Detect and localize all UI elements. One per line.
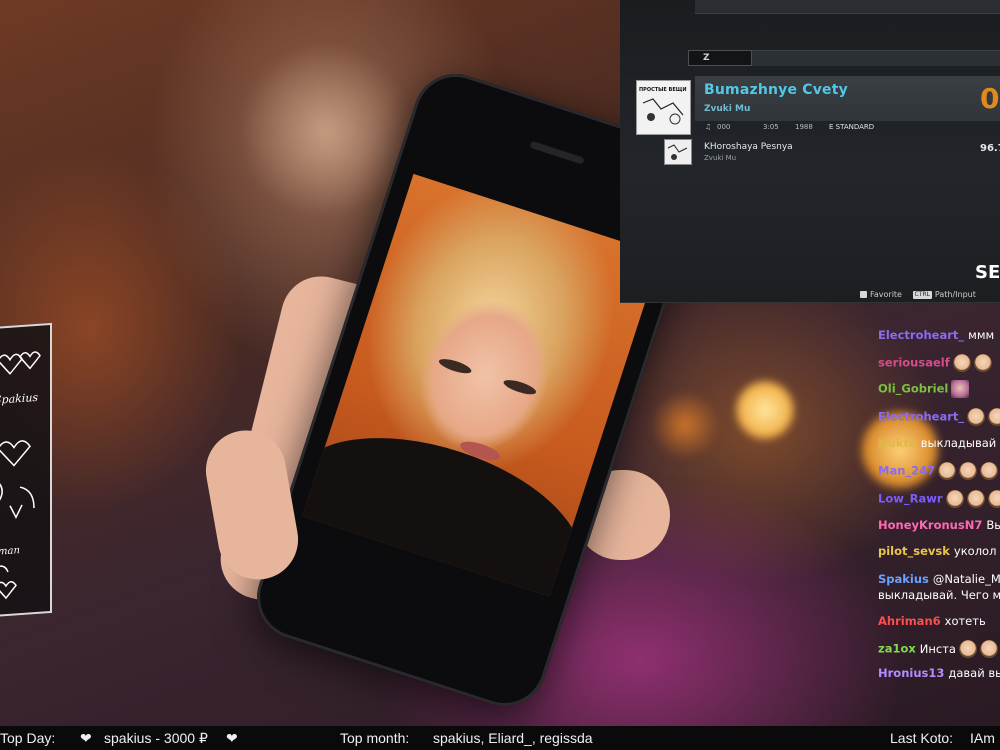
stream-chat: Electroheart_ ммм seriousaelf Oli_Gobriel El… [878, 324, 1000, 694]
doodle-bottom-text: man [0, 545, 20, 558]
filter-bar [752, 50, 1000, 66]
chat-emote-icon [979, 640, 998, 658]
heart-icon: ❤ [226, 730, 238, 746]
chat-message: Spakius @Natalie_M [878, 572, 1000, 586]
chat-text: Вы [986, 518, 1000, 532]
chat-username[interactable]: seriousaelf [878, 356, 950, 370]
path-input-hint: Path/Input [934, 290, 976, 299]
bokeh-light [735, 380, 795, 440]
top-month-value: spakius, Eliard_, regissda [433, 730, 593, 746]
favorite-key-icon [860, 291, 867, 298]
chat-emote-icon [966, 490, 985, 508]
chat-message: Hukta выкладывай у [878, 436, 1000, 450]
chat-text: хотеть [944, 614, 986, 628]
music-note-icon: ♫ [705, 123, 712, 131]
chat-text: выкладывай у [920, 436, 1000, 450]
top-month-label: Top month: [340, 730, 410, 746]
corner-label: SE [975, 262, 1000, 283]
chat-username[interactable]: Hukta [878, 436, 917, 450]
favorite-hint: Favorite [870, 290, 902, 299]
song-search-input[interactable]: Z [688, 50, 752, 66]
bottom-ticker: Top Day: ❤ spakius - 3000 ₽ ❤ Top month:… [0, 726, 1000, 750]
chat-text: ммм [968, 328, 995, 342]
chat-text: уколол [953, 544, 997, 558]
heart-icon: ❤ [80, 730, 92, 746]
chat-emote-icon [967, 408, 986, 426]
chat-username[interactable]: Electroheart_ [878, 328, 964, 342]
album-art-drawing [642, 98, 684, 125]
chat-message: Electroheart_ [878, 408, 1000, 426]
song-year: 1988 [795, 123, 813, 131]
ctrl-key-icon: CTRL [912, 290, 932, 299]
next-song-title[interactable]: KHoroshaya Pesnya [704, 142, 793, 152]
top-day-label: Top Day: [0, 730, 56, 746]
photo-eye [502, 377, 538, 398]
chat-username[interactable]: pilot_sevsk [878, 544, 950, 558]
chat-message: Oli_Gobriel [878, 380, 970, 398]
chat-username[interactable]: za1ox [878, 642, 916, 656]
album-art: ПРОСТЫЕ ВЕЩИ [636, 80, 691, 135]
chat-emote-icon [938, 462, 957, 480]
chat-emote-icon [980, 462, 999, 480]
chat-text: Инста [919, 641, 956, 656]
album-art-small-drawing [667, 144, 688, 160]
album-art-small [664, 139, 692, 165]
bokeh-light [650, 390, 720, 460]
chat-username[interactable]: Low_Rawr [878, 492, 943, 506]
game-song-select-panel: Z ПРОСТЫЕ ВЕЩИ Bumazhnye Cvety Zvuki Mu … [620, 0, 1000, 303]
photo-eye [437, 356, 473, 377]
chat-message: Hronius13 давай вы [878, 666, 1000, 680]
chat-emote-icon [952, 354, 971, 372]
chat-message: pilot_sevsk уколол [878, 544, 996, 558]
chat-text: @Natalie_M [932, 572, 1000, 586]
song-length: 3:05 [763, 123, 779, 131]
play-count: 000 [717, 123, 731, 131]
chat-username[interactable]: Spakius [878, 572, 929, 586]
chat-text: давай вы [948, 666, 1000, 680]
chat-emote-icon [958, 640, 977, 658]
selected-song-title: Bumazhnye Cvety [704, 82, 848, 98]
chat-username[interactable]: Man_247 [878, 464, 935, 478]
photo-shirt [302, 405, 603, 597]
album-art-title: ПРОСТЫЕ ВЕЩИ [639, 87, 687, 93]
chat-text: выкладывай. Чего м [878, 588, 1000, 602]
chat-emote-icon [987, 490, 1000, 508]
phone-speaker [529, 140, 585, 165]
last-koto-label: Last Koto: [890, 730, 954, 746]
next-song-artist: Zvuki Mu [704, 154, 737, 162]
top-day-value: spakius - 3000 ₽ [104, 730, 208, 746]
last-koto-value: IAm [970, 730, 995, 746]
chat-message: seriousaelf [878, 354, 992, 372]
chat-username[interactable]: HoneyKronusN7 [878, 518, 982, 532]
chat-username[interactable]: Electroheart_ [878, 410, 964, 424]
chat-message: za1ox Инста [878, 640, 998, 658]
chat-message: выкладывай. Чего м [878, 588, 1000, 602]
selected-song-artist: Zvuki Mu [704, 104, 751, 114]
doodle-drawing [0, 351, 41, 600]
chat-emote-icon [945, 490, 964, 508]
selected-song-score: 0 [980, 82, 1000, 115]
game-top-bar [695, 0, 1000, 14]
chat-username[interactable]: Hronius13 [878, 666, 944, 680]
chat-username[interactable]: Oli_Gobriel [878, 382, 948, 396]
chat-message: HoneyKronusN7 Вы [878, 518, 1000, 532]
drawing-board: Spakius man [0, 322, 52, 618]
chat-emote-icon [973, 354, 992, 372]
chat-emote-icon [988, 408, 1000, 426]
chat-message: Ahriman6 хотеть [878, 614, 986, 628]
control-hint-bar: Favorite CTRL Path/Input [860, 289, 976, 301]
chat-emote-icon [959, 462, 978, 480]
bokeh-light [240, 40, 410, 220]
chat-message: Man_247 [878, 462, 999, 480]
chat-emote-icon [951, 380, 970, 398]
song-tuning: E STANDARD [829, 123, 875, 131]
next-song-percent: 96.7 [980, 143, 1000, 154]
chat-username[interactable]: Ahriman6 [878, 614, 941, 628]
chat-message: Low_Rawr [878, 490, 1000, 508]
selected-song-meta: ♫ 000 3:05 1988 E STANDARD [695, 121, 1000, 134]
chat-message: Electroheart_ ммм [878, 328, 994, 342]
